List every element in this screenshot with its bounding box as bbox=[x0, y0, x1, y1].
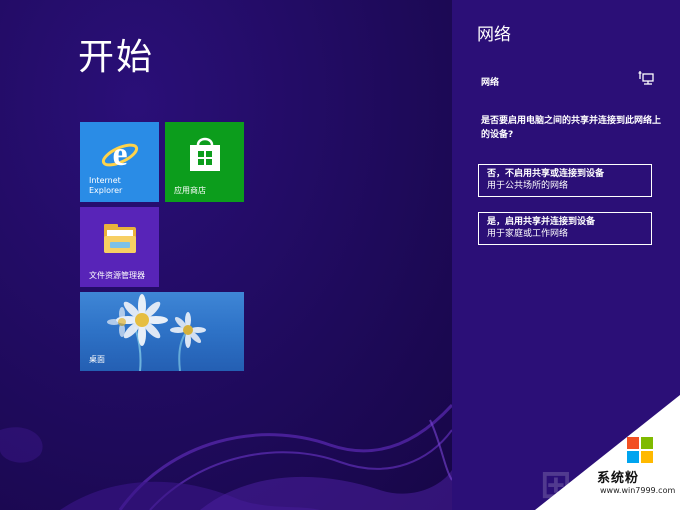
desktop-tile[interactable]: 桌面 bbox=[80, 292, 244, 371]
yes-sharing-button[interactable]: 是，启用共享并连接到设备 用于家庭或工作网络 bbox=[478, 212, 652, 245]
no-sharing-subtitle: 用于公共场所的网络 bbox=[487, 181, 569, 191]
windows-logo-icon bbox=[627, 437, 653, 463]
yes-sharing-subtitle: 用于家庭或工作网络 bbox=[487, 229, 569, 239]
network-section-label: 网络 bbox=[481, 78, 500, 88]
yes-sharing-title: 是，启用共享并连接到设备 bbox=[487, 217, 596, 227]
no-sharing-title: 否，不启用共享或连接到设备 bbox=[487, 169, 605, 179]
tile-label-store: 应用商店 bbox=[174, 186, 206, 195]
file-explorer-tile[interactable]: 文件资源管理器 bbox=[80, 207, 159, 287]
tile-label-desktop: 桌面 bbox=[89, 355, 105, 364]
svg-text:e: e bbox=[112, 136, 127, 173]
internet-explorer-tile[interactable]: e Internet Explorer bbox=[80, 122, 159, 202]
watermark-url: www.win7999.com bbox=[600, 486, 676, 495]
tile-label-explorer: 文件资源管理器 bbox=[89, 271, 145, 280]
charm-title: 网络 bbox=[477, 25, 511, 45]
tile-label-ie: Internet Explorer bbox=[89, 176, 123, 195]
network-connection-icon bbox=[638, 71, 654, 85]
sharing-question: 是否要启用电脑之间的共享并连接到此网络上的设备? bbox=[481, 116, 662, 140]
watermark-ghost-logo: ⊞ bbox=[540, 462, 572, 506]
watermark-name: 系统粉 bbox=[597, 471, 640, 486]
internet-explorer-icon: e bbox=[101, 136, 139, 173]
no-sharing-button[interactable]: 否，不启用共享或连接到设备 用于公共场所的网络 bbox=[478, 164, 652, 197]
start-screen: 开始 e Internet Explorer 应用商店 文件资源管理器 桌面 bbox=[0, 0, 452, 510]
folder-icon bbox=[104, 224, 136, 253]
store-tile[interactable]: 应用商店 bbox=[165, 122, 244, 202]
store-bag-icon bbox=[190, 137, 220, 171]
start-title: 开始 bbox=[78, 37, 155, 78]
background-swirl bbox=[0, 403, 452, 510]
